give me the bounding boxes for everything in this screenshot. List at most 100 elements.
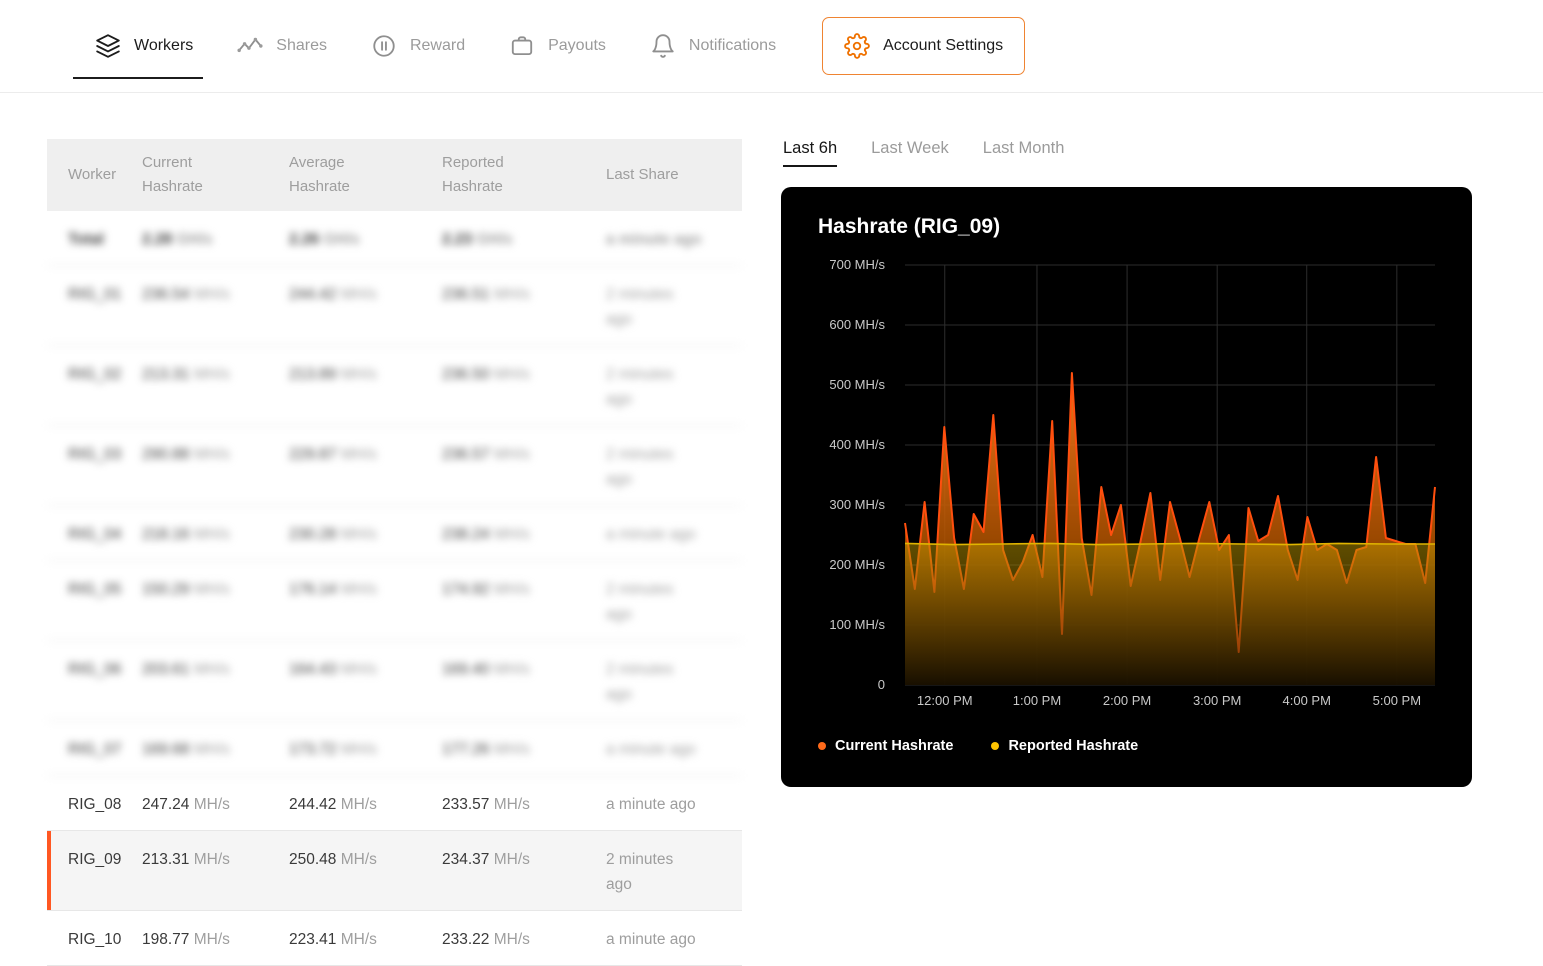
average-hashrate-value: 250.48 MH/s: [289, 847, 442, 872]
table-row[interactable]: RIG_02213.31 MH/s213.89 MH/s236.50 MH/s2…: [47, 346, 742, 426]
table-row[interactable]: RIG_07169.68 MH/s173.72 MH/s177.26 MH/sa…: [47, 721, 742, 776]
worker-name: RIG_07: [47, 737, 142, 762]
workers-table: Worker Current Hashrate Average Hashrate…: [47, 139, 742, 966]
range-tab-last-week[interactable]: Last Week: [871, 139, 949, 167]
svg-text:0: 0: [878, 677, 885, 692]
table-row[interactable]: RIG_01236.54 MH/s244.42 MH/s236.51 MH/s2…: [47, 266, 742, 346]
svg-text:200 MH/s: 200 MH/s: [829, 557, 885, 572]
reported-hashrate-value: 233.57 MH/s: [442, 792, 606, 817]
last-share-value: 2 minutes ago: [606, 362, 742, 412]
nav-item-reward[interactable]: Reward: [349, 0, 487, 92]
column-header-current: Current Hashrate: [142, 151, 289, 199]
table-header-row: Worker Current Hashrate Average Hashrate…: [47, 139, 742, 211]
account-settings-label: Account Settings: [883, 37, 1003, 55]
table-row[interactable]: RIG_04218.16 MH/s230.28 MH/s238.24 MH/sa…: [47, 506, 742, 561]
last-share-value: 2 minutes ago: [606, 442, 742, 492]
column-header-reported: Reported Hashrate: [442, 151, 606, 199]
column-header-worker: Worker: [47, 163, 142, 187]
nav-item-label: Shares: [276, 37, 327, 55]
nav-item-workers[interactable]: Workers: [73, 0, 215, 92]
nav-item-payouts[interactable]: Payouts: [487, 0, 628, 92]
table-body: Total2.28 GH/s2.26 GH/s2.23 GH/sa minute…: [47, 211, 742, 966]
current-hashrate-value: 150.29 MH/s: [142, 577, 289, 602]
average-hashrate-value: 229.87 MH/s: [289, 442, 442, 467]
svg-text:4:00 PM: 4:00 PM: [1283, 693, 1331, 708]
legend-item-current: Current Hashrate: [818, 738, 953, 754]
reported-hashrate-value: 2.23 GH/s: [442, 227, 606, 252]
current-hashrate-value: 218.16 MH/s: [142, 522, 289, 547]
table-row[interactable]: RIG_08247.24 MH/s244.42 MH/s233.57 MH/sa…: [47, 776, 742, 831]
last-share-value: 2 minutes ago: [606, 657, 742, 707]
svg-text:100 MH/s: 100 MH/s: [829, 617, 885, 632]
svg-text:1:00 PM: 1:00 PM: [1013, 693, 1061, 708]
svg-text:12:00 PM: 12:00 PM: [917, 693, 973, 708]
current-hashrate-value: 236.54 MH/s: [142, 282, 289, 307]
svg-text:2:00 PM: 2:00 PM: [1103, 693, 1151, 708]
account-settings-button[interactable]: Account Settings: [822, 17, 1025, 75]
chart-plot: 0 100 MH/s 200 MH/s 300 MH/s 400 MH/s 500 MH/…: [829, 257, 1435, 708]
average-hashrate-value: 244.42 MH/s: [289, 792, 442, 817]
last-share-value: 2 minutes ago: [606, 577, 742, 627]
reported-hashrate-value: 234.37 MH/s: [442, 847, 606, 872]
svg-text:400 MH/s: 400 MH/s: [829, 437, 885, 452]
svg-text:500 MH/s: 500 MH/s: [829, 377, 885, 392]
nav-item-label: Notifications: [689, 37, 776, 55]
current-hashrate-value: 247.24 MH/s: [142, 792, 289, 817]
reward-coin-icon: [371, 33, 397, 59]
current-hashrate-value: 169.68 MH/s: [142, 737, 289, 762]
average-hashrate-value: 164.43 MH/s: [289, 657, 442, 682]
column-header-average: Average Hashrate: [289, 151, 442, 199]
legend-label: Reported Hashrate: [1008, 738, 1138, 754]
svg-text:5:00 PM: 5:00 PM: [1373, 693, 1421, 708]
nav-item-label: Payouts: [548, 37, 606, 55]
reported-hashrate-value: 236.57 MH/s: [442, 442, 606, 467]
average-hashrate-value: 213.89 MH/s: [289, 362, 442, 387]
last-share-value: a minute ago: [606, 792, 742, 817]
worker-name: RIG_10: [47, 927, 142, 952]
table-row[interactable]: RIG_09213.31 MH/s250.48 MH/s234.37 MH/s2…: [47, 831, 742, 911]
table-row[interactable]: RIG_03290.88 MH/s229.87 MH/s236.57 MH/s2…: [47, 426, 742, 506]
reported-hashrate-value: 233.22 MH/s: [442, 927, 606, 952]
svg-text:600 MH/s: 600 MH/s: [829, 317, 885, 332]
average-hashrate-value: 173.72 MH/s: [289, 737, 442, 762]
current-hashrate-dot-icon: [818, 742, 826, 750]
current-hashrate-value: 198.77 MH/s: [142, 927, 289, 952]
chart-range-tabs: Last 6h Last Week Last Month: [783, 139, 1064, 167]
current-hashrate-value: 213.31 MH/s: [142, 847, 289, 872]
nav-item-notifications[interactable]: Notifications: [628, 0, 798, 92]
nav-item-label: Reward: [410, 37, 465, 55]
current-hashrate-value: 290.88 MH/s: [142, 442, 289, 467]
worker-name: Total: [47, 227, 142, 252]
reported-hashrate-value: 174.92 MH/s: [442, 577, 606, 602]
svg-text:700 MH/s: 700 MH/s: [829, 257, 885, 272]
worker-name: RIG_06: [47, 657, 142, 682]
range-tab-last-6h[interactable]: Last 6h: [783, 139, 837, 167]
shares-pulse-icon: [237, 33, 263, 59]
worker-name: RIG_01: [47, 282, 142, 307]
average-hashrate-value: 2.26 GH/s: [289, 227, 442, 252]
last-share-value: 2 minutes ago: [606, 847, 742, 897]
last-share-value: a minute ago: [606, 927, 742, 952]
current-hashrate-value: 203.61 MH/s: [142, 657, 289, 682]
nav-item-shares[interactable]: Shares: [215, 0, 349, 92]
reported-hashrate-dot-icon: [991, 742, 999, 750]
reported-hashrate-value: 238.24 MH/s: [442, 522, 606, 547]
range-tab-last-month[interactable]: Last Month: [983, 139, 1065, 167]
chart-legend: Current Hashrate Reported Hashrate: [818, 738, 1138, 754]
table-row[interactable]: RIG_06203.61 MH/s164.43 MH/s169.40 MH/s2…: [47, 641, 742, 721]
reported-hashrate-value: 169.40 MH/s: [442, 657, 606, 682]
last-share-value: a minute ago: [606, 227, 742, 252]
average-hashrate-value: 230.28 MH/s: [289, 522, 442, 547]
worker-name: RIG_03: [47, 442, 142, 467]
worker-name: RIG_08: [47, 792, 142, 817]
table-row[interactable]: RIG_10198.77 MH/s223.41 MH/s233.22 MH/sa…: [47, 911, 742, 966]
legend-item-reported: Reported Hashrate: [991, 738, 1138, 754]
hashrate-chart: 0 100 MH/s 200 MH/s 300 MH/s 400 MH/s 500 MH/…: [781, 187, 1472, 787]
legend-label: Current Hashrate: [835, 738, 953, 754]
last-share-value: 2 minutes ago: [606, 282, 742, 332]
svg-text:300 MH/s: 300 MH/s: [829, 497, 885, 512]
table-row[interactable]: Total2.28 GH/s2.26 GH/s2.23 GH/sa minute…: [47, 211, 742, 266]
table-row[interactable]: RIG_05150.29 MH/s176.14 MH/s174.92 MH/s2…: [47, 561, 742, 641]
payouts-wallet-icon: [509, 33, 535, 59]
hashrate-chart-panel: Hashrate (RIG_09) 0100 MH/s200 MH/s300 M…: [781, 187, 1472, 787]
